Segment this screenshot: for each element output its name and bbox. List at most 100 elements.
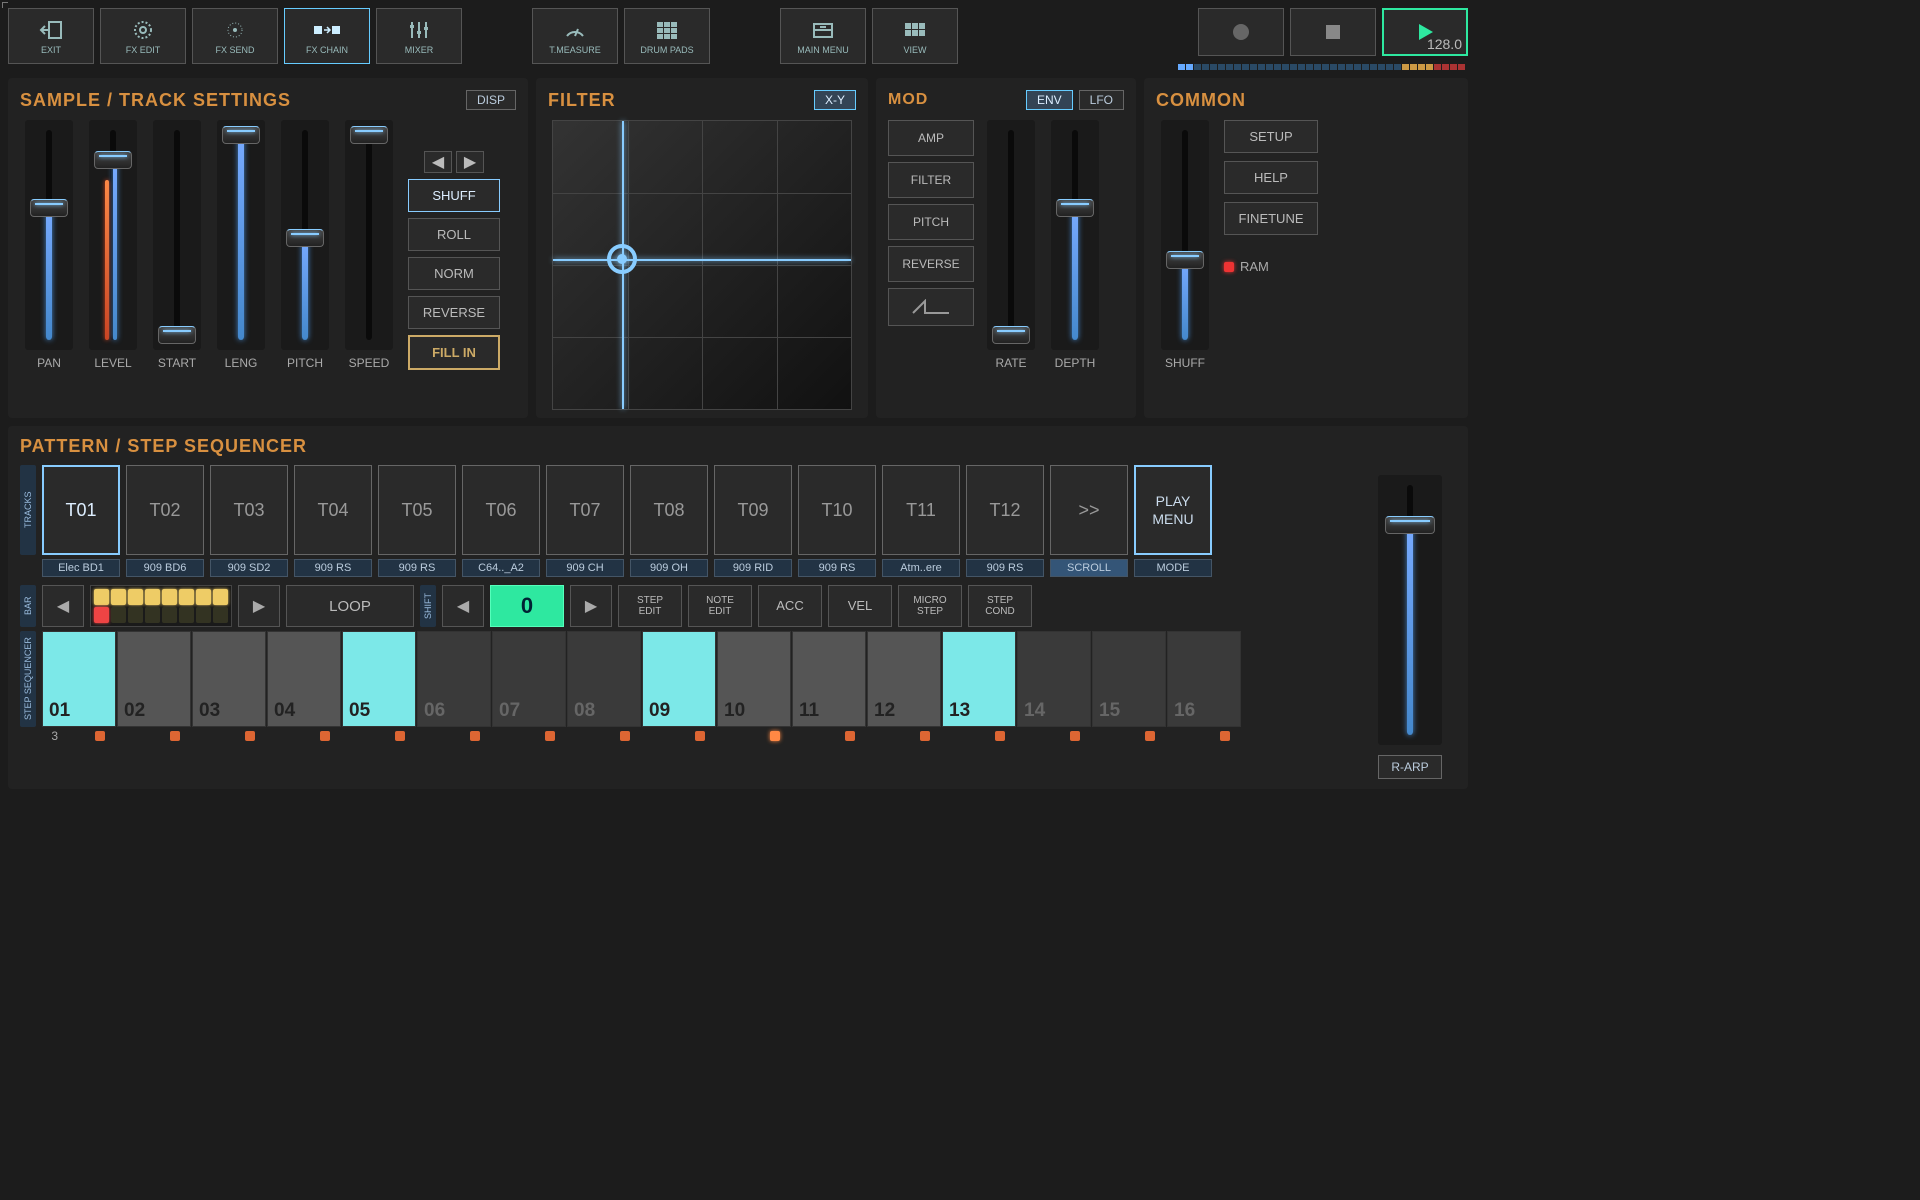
record-button[interactable] <box>1198 8 1284 56</box>
env-button[interactable]: ENV <box>1026 90 1073 110</box>
track-button-t06[interactable]: T06 <box>462 465 540 555</box>
track-button-t12[interactable]: T12 <box>966 465 1044 555</box>
main-menu-button[interactable]: MAIN MENU <box>780 8 866 64</box>
tmeasure-button[interactable]: T.MEASURE <box>532 8 618 64</box>
mod-amp-button[interactable]: AMP <box>888 120 974 156</box>
step-led-icon <box>545 731 555 741</box>
loop-button[interactable]: LOOP <box>286 585 414 627</box>
mod-title: MOD <box>888 91 928 109</box>
mod-saw-button[interactable] <box>888 288 974 326</box>
step-led-icon <box>770 731 780 741</box>
track-button-t01[interactable]: T01 <box>42 465 120 555</box>
level-slider[interactable] <box>89 120 137 350</box>
micro-step-button[interactable]: MICROSTEP <box>898 585 962 627</box>
step-button-16[interactable]: 16 <box>1167 631 1241 727</box>
bar-next-button[interactable]: ▶ <box>238 585 280 627</box>
track-button-t02[interactable]: T02 <box>126 465 204 555</box>
shift-next-button[interactable]: ▶ <box>570 585 612 627</box>
fx-send-button[interactable]: FX SEND <box>192 8 278 64</box>
view-button[interactable]: VIEW <box>872 8 958 64</box>
mixer-button[interactable]: MIXER <box>376 8 462 64</box>
step-button-08[interactable]: 08 <box>567 631 641 727</box>
finetune-button[interactable]: FINETUNE <box>1224 202 1318 235</box>
step-led-icon <box>995 731 1005 741</box>
drum-pads-button[interactable]: DRUM PADS <box>624 8 710 64</box>
lfo-button[interactable]: LFO <box>1079 90 1124 110</box>
track-button-t04[interactable]: T04 <box>294 465 372 555</box>
track-button-t07[interactable]: T07 <box>546 465 624 555</box>
setup-button[interactable]: SETUP <box>1224 120 1318 153</box>
more-tracks-button[interactable]: >> <box>1050 465 1128 555</box>
depth-slider[interactable] <box>1051 120 1099 350</box>
mod-filter-button[interactable]: FILTER <box>888 162 974 198</box>
step-button-09[interactable]: 09 <box>642 631 716 727</box>
step-button-04[interactable]: 04 <box>267 631 341 727</box>
track-button-t08[interactable]: T08 <box>630 465 708 555</box>
step-button-06[interactable]: 06 <box>417 631 491 727</box>
stop-button[interactable] <box>1290 8 1376 56</box>
step-led-icon <box>1070 731 1080 741</box>
exit-button[interactable]: EXIT <box>8 8 94 64</box>
xy-button[interactable]: X-Y <box>814 90 856 110</box>
mod-reverse-button[interactable]: REVERSE <box>888 246 974 282</box>
length-slider[interactable] <box>217 120 265 350</box>
rate-slider[interactable] <box>987 120 1035 350</box>
filter-xy-pad[interactable] <box>552 120 852 410</box>
bar-prev-button[interactable]: ◀ <box>42 585 84 627</box>
step-led-icon <box>1145 731 1155 741</box>
note-edit-button[interactable]: NOTEEDIT <box>688 585 752 627</box>
pitch-slider[interactable] <box>281 120 329 350</box>
mod-pitch-button[interactable]: PITCH <box>888 204 974 240</box>
roll-button[interactable]: ROLL <box>408 218 500 251</box>
rarp-button[interactable]: R-ARP <box>1378 755 1442 779</box>
step-button-10[interactable]: 10 <box>717 631 791 727</box>
norm-button[interactable]: NORM <box>408 257 500 290</box>
prev-arrow-button[interactable]: ◀ <box>424 151 452 173</box>
step-button-14[interactable]: 14 <box>1017 631 1091 727</box>
scroll-label[interactable]: SCROLL <box>1050 559 1128 577</box>
step-button-07[interactable]: 07 <box>492 631 566 727</box>
bar-led-grid[interactable] <box>90 585 232 627</box>
acc-button[interactable]: ACC <box>758 585 822 627</box>
seq-main-slider[interactable] <box>1378 475 1442 745</box>
play-button[interactable]: 128.0 <box>1382 8 1468 56</box>
play-menu-button[interactable]: PLAYMENU <box>1134 465 1212 555</box>
next-arrow-button[interactable]: ▶ <box>456 151 484 173</box>
help-button[interactable]: HELP <box>1224 161 1318 194</box>
gear-icon <box>131 17 155 43</box>
vel-button[interactable]: VEL <box>828 585 892 627</box>
step-button-02[interactable]: 02 <box>117 631 191 727</box>
mode-label[interactable]: MODE <box>1134 559 1212 577</box>
mixer-icon <box>407 17 431 43</box>
filter-title: FILTER <box>548 90 616 111</box>
shuff-button[interactable]: SHUFF <box>408 179 500 212</box>
track-button-t09[interactable]: T09 <box>714 465 792 555</box>
fx-chain-button[interactable]: FX CHAIN <box>284 8 370 64</box>
step-edit-button[interactable]: STEPEDIT <box>618 585 682 627</box>
track-button-t05[interactable]: T05 <box>378 465 456 555</box>
disp-button[interactable]: DISP <box>466 90 516 110</box>
pan-slider[interactable] <box>25 120 73 350</box>
step-button-05[interactable]: 05 <box>342 631 416 727</box>
track-name: 909 RS <box>966 559 1044 577</box>
step-cond-button[interactable]: STEPCOND <box>968 585 1032 627</box>
step-button-01[interactable]: 01 <box>42 631 116 727</box>
track-button-t03[interactable]: T03 <box>210 465 288 555</box>
fx-edit-button[interactable]: FX EDIT <box>100 8 186 64</box>
track-button-t10[interactable]: T10 <box>798 465 876 555</box>
speed-slider[interactable] <box>345 120 393 350</box>
shift-label: SHIFT <box>420 585 436 627</box>
track-button-t11[interactable]: T11 <box>882 465 960 555</box>
step-led-icon <box>1220 731 1230 741</box>
ram-led-icon <box>1224 262 1234 272</box>
start-slider[interactable] <box>153 120 201 350</box>
step-button-15[interactable]: 15 <box>1092 631 1166 727</box>
fillin-button[interactable]: FILL IN <box>408 335 500 370</box>
shift-prev-button[interactable]: ◀ <box>442 585 484 627</box>
step-button-03[interactable]: 03 <box>192 631 266 727</box>
step-button-12[interactable]: 12 <box>867 631 941 727</box>
step-button-11[interactable]: 11 <box>792 631 866 727</box>
reverse-button[interactable]: REVERSE <box>408 296 500 329</box>
step-button-13[interactable]: 13 <box>942 631 1016 727</box>
common-shuff-slider[interactable] <box>1161 120 1209 350</box>
